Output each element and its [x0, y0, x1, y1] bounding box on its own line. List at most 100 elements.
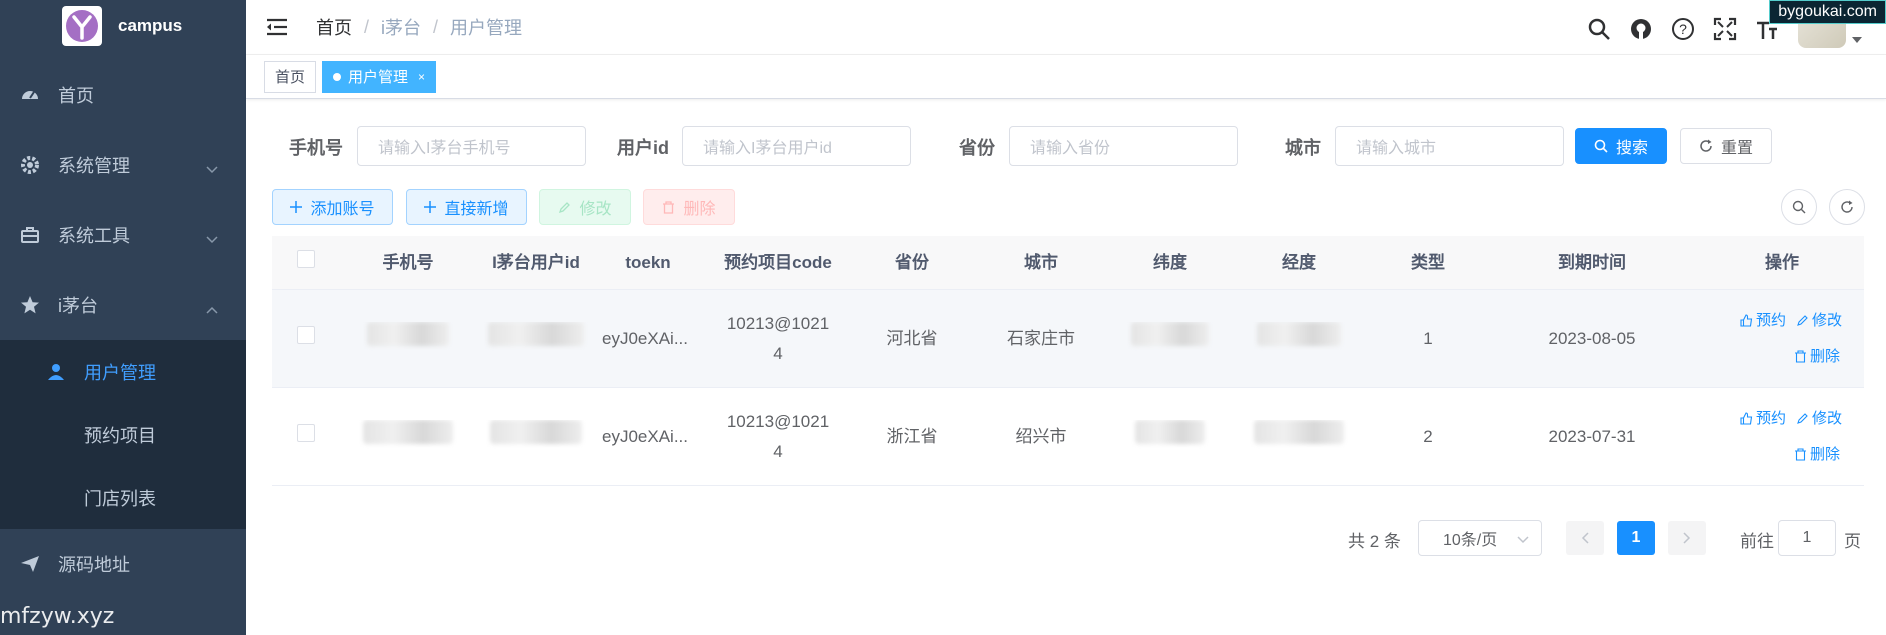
column-header: 经度: [1282, 252, 1316, 272]
city-label: 城市: [1285, 138, 1321, 158]
column-header: 城市: [1024, 252, 1058, 272]
search-button[interactable]: 搜索: [1575, 128, 1667, 164]
chevron-right-icon: [1683, 532, 1691, 544]
edit-label: 修改: [579, 201, 612, 218]
chevron-down-icon: [1517, 531, 1529, 549]
star-icon: [20, 295, 40, 315]
close-icon[interactable]: ×: [418, 70, 425, 84]
tag-home[interactable]: 首页: [264, 60, 317, 93]
toggle-search-button[interactable]: [1781, 189, 1817, 225]
chevron-left-icon: [1581, 532, 1589, 544]
sidebar-item-source[interactable]: 源码地址: [0, 529, 246, 599]
app-name: campus: [118, 16, 183, 35]
goto-page-input[interactable]: 1: [1778, 520, 1836, 556]
table-row[interactable]: eyJ0eXAi... 10213@1021 4 浙江省 绍兴市 2 2023-0…: [272, 388, 1864, 486]
help-icon[interactable]: ?: [1670, 16, 1696, 42]
plus-icon: [290, 201, 303, 213]
plus-icon: [424, 201, 437, 213]
redacted-value: [367, 321, 449, 346]
delete-link[interactable]: 删除: [1794, 437, 1840, 473]
edit-label: 修改: [1811, 409, 1842, 427]
phone-input[interactable]: 请输入I茅台手机号: [357, 126, 586, 166]
table-toolbar: 添加账号 直接新增 修改 删除: [246, 189, 1886, 227]
code-line: 10213@1021: [726, 313, 830, 333]
column-header: 类型: [1411, 252, 1445, 272]
delete-link[interactable]: 删除: [1794, 339, 1840, 375]
goto-label: 前往: [1740, 532, 1774, 551]
header-select-all[interactable]: [272, 248, 340, 278]
sidebar-submenu: 用户管理 预约项目 门店列表: [0, 340, 246, 529]
reserve-label: 预约: [1755, 311, 1786, 329]
edit-link[interactable]: 修改: [1796, 401, 1842, 437]
sidebar-item-label: 系统工具: [58, 226, 130, 246]
phone-cell: [340, 321, 476, 356]
sidebar-item-tools[interactable]: 系统工具: [0, 200, 246, 270]
latitude-cell: [1114, 419, 1226, 454]
sidebar-item-user-management[interactable]: 用户管理: [0, 340, 246, 403]
edit-link[interactable]: 修改: [1796, 303, 1842, 339]
search-form: 手机号 请输入I茅台手机号 用户id 请输入I茅台用户id 省份 请输入省份 城…: [246, 124, 1886, 168]
thumb-icon: [1740, 412, 1753, 425]
phone-label: 手机号: [289, 138, 343, 158]
checkbox[interactable]: [297, 423, 315, 442]
direct-add-button[interactable]: 直接新增: [406, 189, 527, 225]
tag-label: 用户管理: [348, 69, 409, 86]
sidebar-item-system[interactable]: 系统管理: [0, 130, 246, 200]
prev-page-button[interactable]: [1566, 521, 1604, 555]
code-line: 4: [773, 441, 783, 461]
search-icon[interactable]: [1586, 16, 1612, 42]
row-select[interactable]: [272, 422, 340, 452]
redacted-value: [490, 419, 582, 444]
add-account-button[interactable]: 添加账号: [272, 189, 393, 225]
reset-button[interactable]: 重置: [1680, 128, 1772, 164]
gear-icon: [20, 155, 40, 175]
edit-button[interactable]: 修改: [539, 189, 631, 225]
breadcrumb-item: 用户管理: [450, 18, 523, 38]
userid-cell: [476, 321, 596, 356]
tag-user-management[interactable]: 用户管理 ×: [322, 60, 437, 93]
page-size-select[interactable]: 10条/页: [1418, 520, 1542, 556]
delete-label: 删除: [1809, 445, 1840, 463]
delete-button[interactable]: 删除: [643, 189, 735, 225]
svg-text:?: ?: [1679, 21, 1687, 37]
caret-down-icon: [1852, 30, 1862, 48]
page-number[interactable]: 1: [1617, 521, 1655, 555]
checkbox[interactable]: [297, 249, 315, 268]
refresh-table-button[interactable]: [1829, 189, 1865, 225]
phone-cell: [340, 419, 476, 454]
github-icon[interactable]: [1628, 16, 1654, 42]
userid-input[interactable]: 请输入I茅台用户id: [682, 126, 911, 166]
hamburger-icon[interactable]: [266, 16, 288, 38]
reserve-link[interactable]: 预约: [1740, 401, 1786, 437]
next-page-button[interactable]: [1668, 521, 1706, 555]
chevron-down-icon: [206, 228, 218, 249]
city-input[interactable]: 请输入城市: [1335, 126, 1564, 166]
search-icon: [1594, 139, 1608, 153]
delete-label: 删除: [1809, 347, 1840, 365]
redacted-value: [488, 321, 584, 346]
fullscreen-icon[interactable]: [1712, 16, 1738, 42]
edit-label: 修改: [1811, 311, 1842, 329]
send-icon: [20, 554, 40, 574]
breadcrumb-separator: /: [433, 16, 439, 37]
column-header: I茅台用户id: [492, 252, 580, 272]
ops-cell: 预约 修改 删除: [1700, 401, 1864, 473]
checkbox[interactable]: [297, 325, 315, 344]
redacted-value: [1131, 321, 1209, 346]
redacted-value: [363, 419, 453, 444]
city-cell: 石家庄市: [1007, 328, 1075, 348]
sidebar-item-store-list[interactable]: 门店列表: [0, 466, 246, 529]
trash-icon: [662, 200, 675, 214]
sidebar-item-home[interactable]: 首页: [0, 60, 246, 130]
sidebar-item-reservation-items[interactable]: 预约项目: [0, 403, 246, 466]
reserve-label: 预约: [1755, 409, 1786, 427]
sidebar-item-moutai[interactable]: i茅台: [0, 270, 246, 340]
chevron-down-icon: [206, 158, 218, 179]
breadcrumb-item[interactable]: 首页: [316, 14, 352, 40]
province-input[interactable]: 请输入省份: [1009, 126, 1238, 166]
reserve-link[interactable]: 预约: [1740, 303, 1786, 339]
table-row[interactable]: eyJ0eXAi... 10213@1021 4 河北省 石家庄市 1 2023-…: [272, 290, 1864, 388]
logo[interactable]: campus: [0, 0, 246, 52]
row-select[interactable]: [272, 324, 340, 354]
edit-icon: [1796, 314, 1809, 327]
